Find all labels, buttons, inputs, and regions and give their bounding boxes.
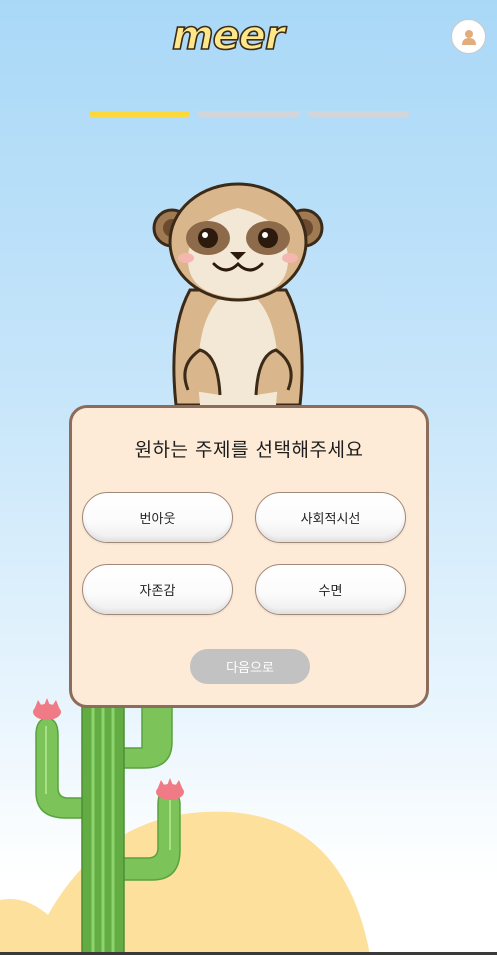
topic-button-self-esteem[interactable]: 자존감 <box>82 564 233 615</box>
next-button[interactable]: 다음으로 <box>190 649 310 684</box>
topic-button-sleep[interactable]: 수면 <box>255 564 406 615</box>
progress-step-2 <box>198 111 300 117</box>
progress-step-3 <box>307 111 409 117</box>
onboarding-progress <box>89 111 409 117</box>
meer-logo: meer <box>171 12 289 60</box>
logo-text: meer <box>172 13 287 59</box>
cactus-illustration <box>33 698 184 955</box>
topic-button-burnout[interactable]: 번아웃 <box>82 492 233 543</box>
topic-selection-card: 원하는 주제를 선택해주세요 번아웃 사회적시선 자존감 수면 다음으로 <box>69 405 429 708</box>
user-icon <box>461 29 476 45</box>
progress-step-1 <box>89 111 191 117</box>
profile-button[interactable] <box>451 19 486 54</box>
meerkat-mascot-illustration <box>152 182 324 407</box>
card-title: 원하는 주제를 선택해주세요 <box>134 439 364 461</box>
topic-button-social-gaze[interactable]: 사회적시선 <box>255 492 406 543</box>
